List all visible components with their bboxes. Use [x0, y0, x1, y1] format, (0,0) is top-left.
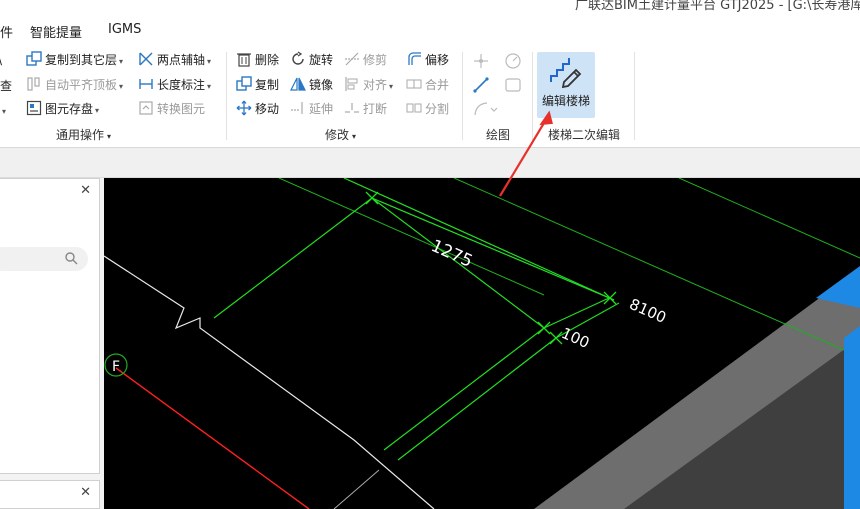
convert-element-button[interactable]: 转换图元: [138, 99, 205, 119]
move-button[interactable]: 移动: [236, 99, 279, 119]
edit-stairs-button[interactable]: 编辑楼梯: [537, 52, 595, 118]
line-draw-icon[interactable]: [472, 76, 490, 94]
partial-check-button[interactable]: 查: [0, 76, 12, 96]
align-top-icon: [27, 77, 40, 91]
close-panel-icon[interactable]: ✕: [80, 485, 91, 500]
title-bar: 广联达BIM土建计量平台 GTJ2025 - [G:\长寿港库房 件 智能提量 …: [0, 0, 860, 46]
drawing-canvas[interactable]: F 1275 8100 100: [104, 178, 860, 509]
modify-group-label[interactable]: 修改 ▾: [325, 126, 356, 143]
split-icon: [406, 103, 422, 113]
align-button[interactable]: 对齐 ▾: [344, 75, 393, 95]
ribbon-separator: [634, 52, 635, 140]
point-draw-icon[interactable]: [472, 52, 490, 70]
split-button[interactable]: 分割: [406, 99, 449, 119]
curve-draw-icon[interactable]: [472, 100, 498, 118]
dim-line-1275: [343, 178, 615, 301]
extension-line: [397, 337, 557, 461]
slab-blue-side: [844, 326, 860, 509]
partial-top-button[interactable]: \: [0, 50, 2, 70]
stair-edit-group-label: 楼梯二次编辑: [548, 128, 621, 142]
dim-tick: [537, 321, 551, 335]
rotate-icon: [292, 51, 304, 65]
dim-line-diagonal: [371, 197, 615, 301]
extension-line: [213, 197, 373, 319]
ribbon-separator: [532, 52, 533, 140]
rectangle-draw-icon[interactable]: [504, 76, 522, 94]
ribbon-toolbar: \ 查 ▾ 复制到其它层▾ 自动平齐顶板▾ 图元存盘▾ 两点辅轴▾ 长度标注▾ …: [0, 46, 860, 148]
copy-layer-icon: [26, 51, 42, 66]
extension-line: [383, 327, 545, 451]
length-dimension-icon: [139, 79, 153, 89]
green-guide-line: [678, 178, 860, 259]
edit-stairs-label: 编辑楼梯: [541, 94, 590, 108]
copy-icon: [236, 76, 252, 91]
offset-icon: [408, 52, 421, 65]
move-arrows-icon: [236, 100, 252, 116]
partial-dropdown[interactable]: ▾: [0, 100, 6, 120]
drawing-tabs-strip: [0, 148, 860, 178]
gray-line: [333, 469, 380, 509]
axis-label: F: [112, 359, 120, 375]
convert-element-icon: [139, 101, 153, 115]
axis-line-red: [115, 367, 310, 509]
break-button[interactable]: 打断: [344, 99, 387, 119]
extend-button[interactable]: 延伸: [290, 99, 333, 119]
delete-button[interactable]: 删除: [236, 50, 279, 70]
common-ops-group-label[interactable]: 通用操作 ▾: [56, 126, 111, 143]
search-icon: [65, 252, 78, 265]
rotate-button[interactable]: 旋转: [290, 50, 333, 70]
offset-button[interactable]: 偏移: [406, 50, 449, 70]
green-guide-line: [278, 178, 545, 296]
dim-tick: [365, 191, 379, 205]
dim-tick: [603, 291, 617, 305]
mirror-icon: [290, 77, 306, 91]
ribbon-separator: [462, 52, 463, 140]
merge-button[interactable]: 合并: [406, 75, 449, 95]
merge-icon: [406, 79, 422, 89]
close-panel-icon[interactable]: ✕: [80, 183, 91, 198]
align-icon: [345, 77, 358, 91]
aux-axis-icon: [139, 52, 153, 66]
mirror-button[interactable]: 镜像: [290, 75, 333, 95]
extend-icon: [291, 102, 303, 114]
dim-line-100: [543, 297, 610, 329]
green-guide-line: [453, 178, 845, 351]
left-panel: ✕ ✕: [0, 178, 104, 509]
arc-draw-icon[interactable]: [504, 52, 522, 70]
menu-tab-igms[interactable]: IGMS: [108, 22, 141, 37]
menu-tab-partial[interactable]: 件: [0, 22, 13, 41]
stairs-pencil-icon: [550, 58, 582, 88]
length-dimension-button[interactable]: 长度标注 ▾: [138, 75, 211, 95]
draw-group-label: 绘图: [486, 128, 511, 142]
trim-icon: [345, 52, 359, 66]
element-list-panel: ✕: [0, 178, 100, 474]
copy-button[interactable]: 复制: [236, 75, 279, 95]
save-element-button[interactable]: 图元存盘 ▾: [26, 99, 99, 119]
properties-panel: ✕: [0, 480, 100, 509]
menu-tab-smart-quantity[interactable]: 智能提量: [30, 22, 82, 41]
two-point-aux-axis-button[interactable]: 两点辅轴 ▾: [138, 50, 211, 70]
cad-drawing: F: [104, 178, 860, 509]
ribbon-separator: [226, 52, 227, 140]
auto-align-top-button[interactable]: 自动平齐顶板 ▾: [26, 75, 123, 95]
save-element-icon: [26, 100, 42, 116]
copy-to-other-layer-button[interactable]: 复制到其它层 ▾: [26, 50, 123, 70]
break-icon: [345, 103, 359, 113]
trash-icon: [237, 53, 251, 67]
window-title: 广联达BIM土建计量平台 GTJ2025 - [G:\长寿港库房: [575, 0, 860, 13]
trim-button[interactable]: 修剪: [344, 50, 387, 70]
search-input[interactable]: [0, 247, 88, 271]
wall-break-line: [104, 255, 435, 509]
